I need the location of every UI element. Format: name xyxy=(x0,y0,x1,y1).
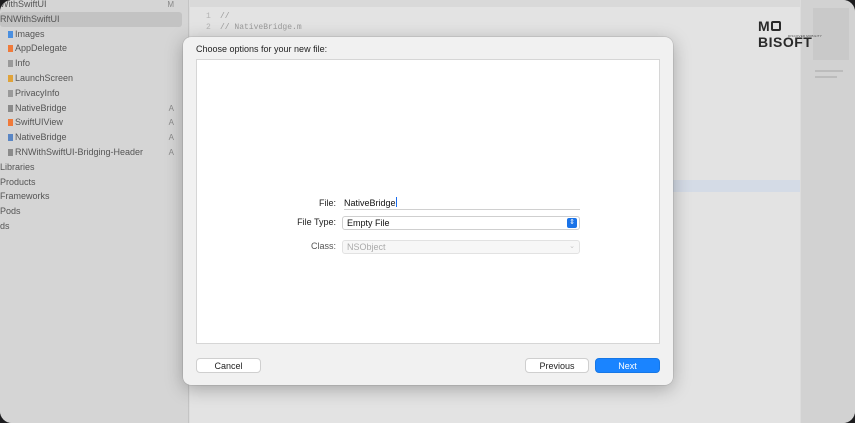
navigator-item-label: Images xyxy=(15,28,45,39)
dialog-title: Choose options for your new file: xyxy=(196,44,328,54)
navigator-item[interactable]: Pods xyxy=(0,204,182,219)
code-line: 1 // xyxy=(206,12,230,21)
logo-letter: M xyxy=(758,18,771,34)
jump-bar[interactable] xyxy=(190,0,800,7)
line-number: 1 xyxy=(206,12,211,21)
navigator-item-label: NativeBridge xyxy=(15,132,67,143)
plist-icon xyxy=(8,60,13,68)
navigator-item-label: Pods xyxy=(0,206,21,217)
file-name-value: NativeBridge xyxy=(344,198,396,208)
source-control-status-badge: A xyxy=(168,133,174,143)
swift-file-icon xyxy=(8,119,13,127)
navigator-item-label: LaunchScreen xyxy=(15,73,74,83)
navigator-item[interactable]: Info xyxy=(0,56,182,71)
navigator-item-label: AppDelegate xyxy=(15,43,68,54)
inspector-line xyxy=(815,70,843,72)
project-navigator: WithSwiftUI M RNWithSwiftUI Images AppDelega… xyxy=(0,0,189,423)
navigator-item[interactable]: SwiftUIView A xyxy=(0,115,182,130)
navigator-item[interactable]: NativeBridge A xyxy=(0,130,182,145)
class-value: NSObject xyxy=(347,242,386,252)
next-button[interactable]: Next xyxy=(595,358,660,373)
code-text: // NativeBridge.m xyxy=(220,23,302,32)
file-label: File: xyxy=(318,198,336,208)
navigator-item-label: WithSwiftUI xyxy=(0,0,47,9)
navigator-item[interactable]: AppDelegate xyxy=(0,41,182,56)
navigator-item[interactable]: Images xyxy=(0,27,182,42)
line-number: 2 xyxy=(206,23,211,32)
navigator-item-label: Info xyxy=(15,58,31,69)
inspector-line xyxy=(815,76,837,78)
chevron-down-icon: ⌄ xyxy=(569,243,575,250)
code-text: // xyxy=(220,12,230,21)
plist-icon xyxy=(8,89,13,97)
company-logo: MBISOFT DISCOVER MOBILITY xyxy=(758,18,830,50)
text-caret xyxy=(395,197,397,207)
navigator-item-label: Products xyxy=(0,176,36,187)
file-type-label: File Type: xyxy=(297,217,336,227)
new-file-options-dialog: Choose options for your new file: File: … xyxy=(183,37,673,385)
navigator-item[interactable]: LaunchScreen xyxy=(0,71,182,86)
navigator-item-label: ds xyxy=(0,221,10,231)
asset-catalog-icon xyxy=(8,30,13,38)
up-down-chevron-icon: ⇕ xyxy=(567,218,577,228)
navigator-item-label: RNWithSwiftUI-Bridging-Header xyxy=(15,147,144,157)
file-type-value: Empty File xyxy=(347,218,390,228)
navigator-item-label: NativeBridge xyxy=(15,102,67,113)
previous-button[interactable]: Previous xyxy=(525,358,589,373)
line-highlight xyxy=(673,180,800,192)
navigator-item-label: SwiftUIView xyxy=(15,117,63,128)
class-popup[interactable]: NSObject ⌄ xyxy=(342,240,580,254)
logo-o-icon xyxy=(771,21,782,31)
header-file-icon xyxy=(8,149,13,156)
source-control-status-badge: M xyxy=(167,0,174,9)
file-type-popup[interactable]: Empty File ⇕ xyxy=(342,216,580,230)
cancel-button[interactable]: Cancel xyxy=(196,358,261,373)
navigator-item[interactable]: RNWithSwiftUI xyxy=(0,11,182,27)
xcode-window: WithSwiftUI M RNWithSwiftUI Images AppDelega… xyxy=(0,0,855,423)
navigator-item-label: PrivacyInfo xyxy=(15,87,60,98)
file-name-field[interactable]: NativeBridge xyxy=(344,197,580,210)
navigator-item[interactable]: NativeBridge A xyxy=(0,101,182,116)
source-control-status-badge: A xyxy=(168,103,174,113)
navigator-item[interactable]: ds xyxy=(0,219,182,234)
navigator-item[interactable]: RNWithSwiftUI-Bridging-Header A xyxy=(0,145,182,160)
source-control-status-badge: A xyxy=(168,148,174,157)
navigator-item[interactable]: PrivacyInfo xyxy=(0,86,182,101)
navigator-item-label: RNWithSwiftUI xyxy=(0,13,60,24)
navigator-item[interactable]: Libraries xyxy=(0,160,182,175)
navigator-item[interactable]: WithSwiftUI M xyxy=(0,0,182,12)
code-line: 2 // NativeBridge.m xyxy=(206,23,302,32)
class-label: Class: xyxy=(310,241,336,251)
storyboard-icon xyxy=(8,75,13,82)
navigator-item-label: Libraries xyxy=(0,161,35,172)
navigator-item[interactable]: Frameworks xyxy=(0,189,182,204)
objc-file-icon xyxy=(8,134,13,142)
header-file-icon xyxy=(8,104,13,112)
source-control-status-badge: A xyxy=(168,118,174,128)
navigator-item[interactable]: Products xyxy=(0,175,182,190)
swift-file-icon xyxy=(8,45,13,53)
inspector-panel xyxy=(801,0,855,423)
logo-tagline: DISCOVER MOBILITY xyxy=(788,34,822,38)
navigator-item-label: Frameworks xyxy=(0,191,50,202)
options-panel: File: NativeBridge File Type: Empty File… xyxy=(196,59,660,344)
